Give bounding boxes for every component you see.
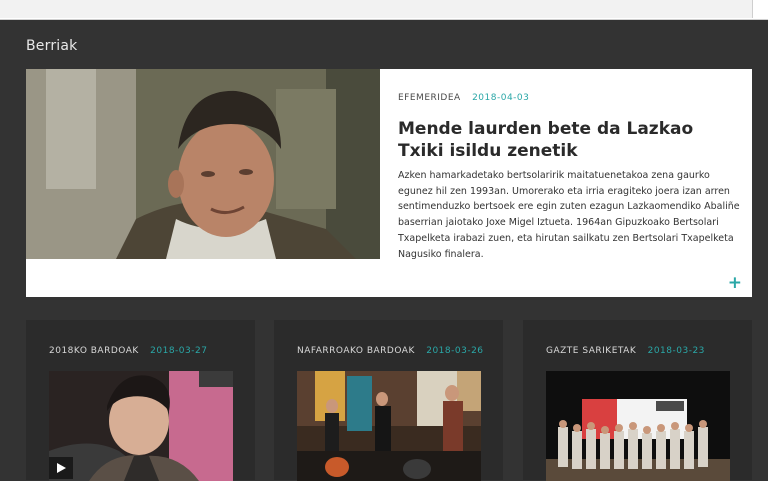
featured-meta: EFEMERIDEA 2018-04-03 xyxy=(398,93,529,103)
featured-article[interactable]: EFEMERIDEA 2018-04-03 Mende laurden bete… xyxy=(26,69,752,297)
news-card[interactable]: GAZTE SARIKETAK 2018-03-23 xyxy=(523,320,752,481)
card-date: 2018-03-27 xyxy=(150,346,208,356)
card-meta: NAFARROAKO BARDOAK 2018-03-26 xyxy=(297,346,484,356)
card-category[interactable]: 2018KO BARDOAK xyxy=(49,346,139,356)
card-date: 2018-03-23 xyxy=(647,346,705,356)
news-card[interactable]: 2018KO BARDOAK 2018-03-27 xyxy=(26,320,255,481)
featured-title[interactable]: Mende laurden bete da Lazkao Txiki isild… xyxy=(398,118,738,162)
card-image[interactable] xyxy=(49,371,233,481)
card-date: 2018-03-26 xyxy=(426,346,484,356)
card-image[interactable] xyxy=(297,371,481,481)
card-image[interactable] xyxy=(546,371,730,481)
card-category[interactable]: GAZTE SARIKETAK xyxy=(546,346,636,356)
featured-date: 2018-04-03 xyxy=(472,93,530,103)
top-bar xyxy=(0,0,768,20)
featured-excerpt: Azken hamarkadetako bertsolaririk maitat… xyxy=(398,170,740,260)
plus-icon[interactable]: + xyxy=(728,273,742,293)
play-icon xyxy=(57,463,66,473)
featured-category[interactable]: EFEMERIDEA xyxy=(398,93,461,103)
card-category[interactable]: NAFARROAKO BARDOAK xyxy=(297,346,415,356)
card-meta: GAZTE SARIKETAK 2018-03-23 xyxy=(546,346,705,356)
play-button[interactable] xyxy=(49,457,73,479)
news-card[interactable]: NAFARROAKO BARDOAK 2018-03-26 xyxy=(274,320,503,481)
featured-image[interactable] xyxy=(26,69,380,259)
top-bar-search-area[interactable] xyxy=(0,0,753,18)
section-title: Berriak xyxy=(26,38,78,54)
card-meta: 2018KO BARDOAK 2018-03-27 xyxy=(49,346,207,356)
